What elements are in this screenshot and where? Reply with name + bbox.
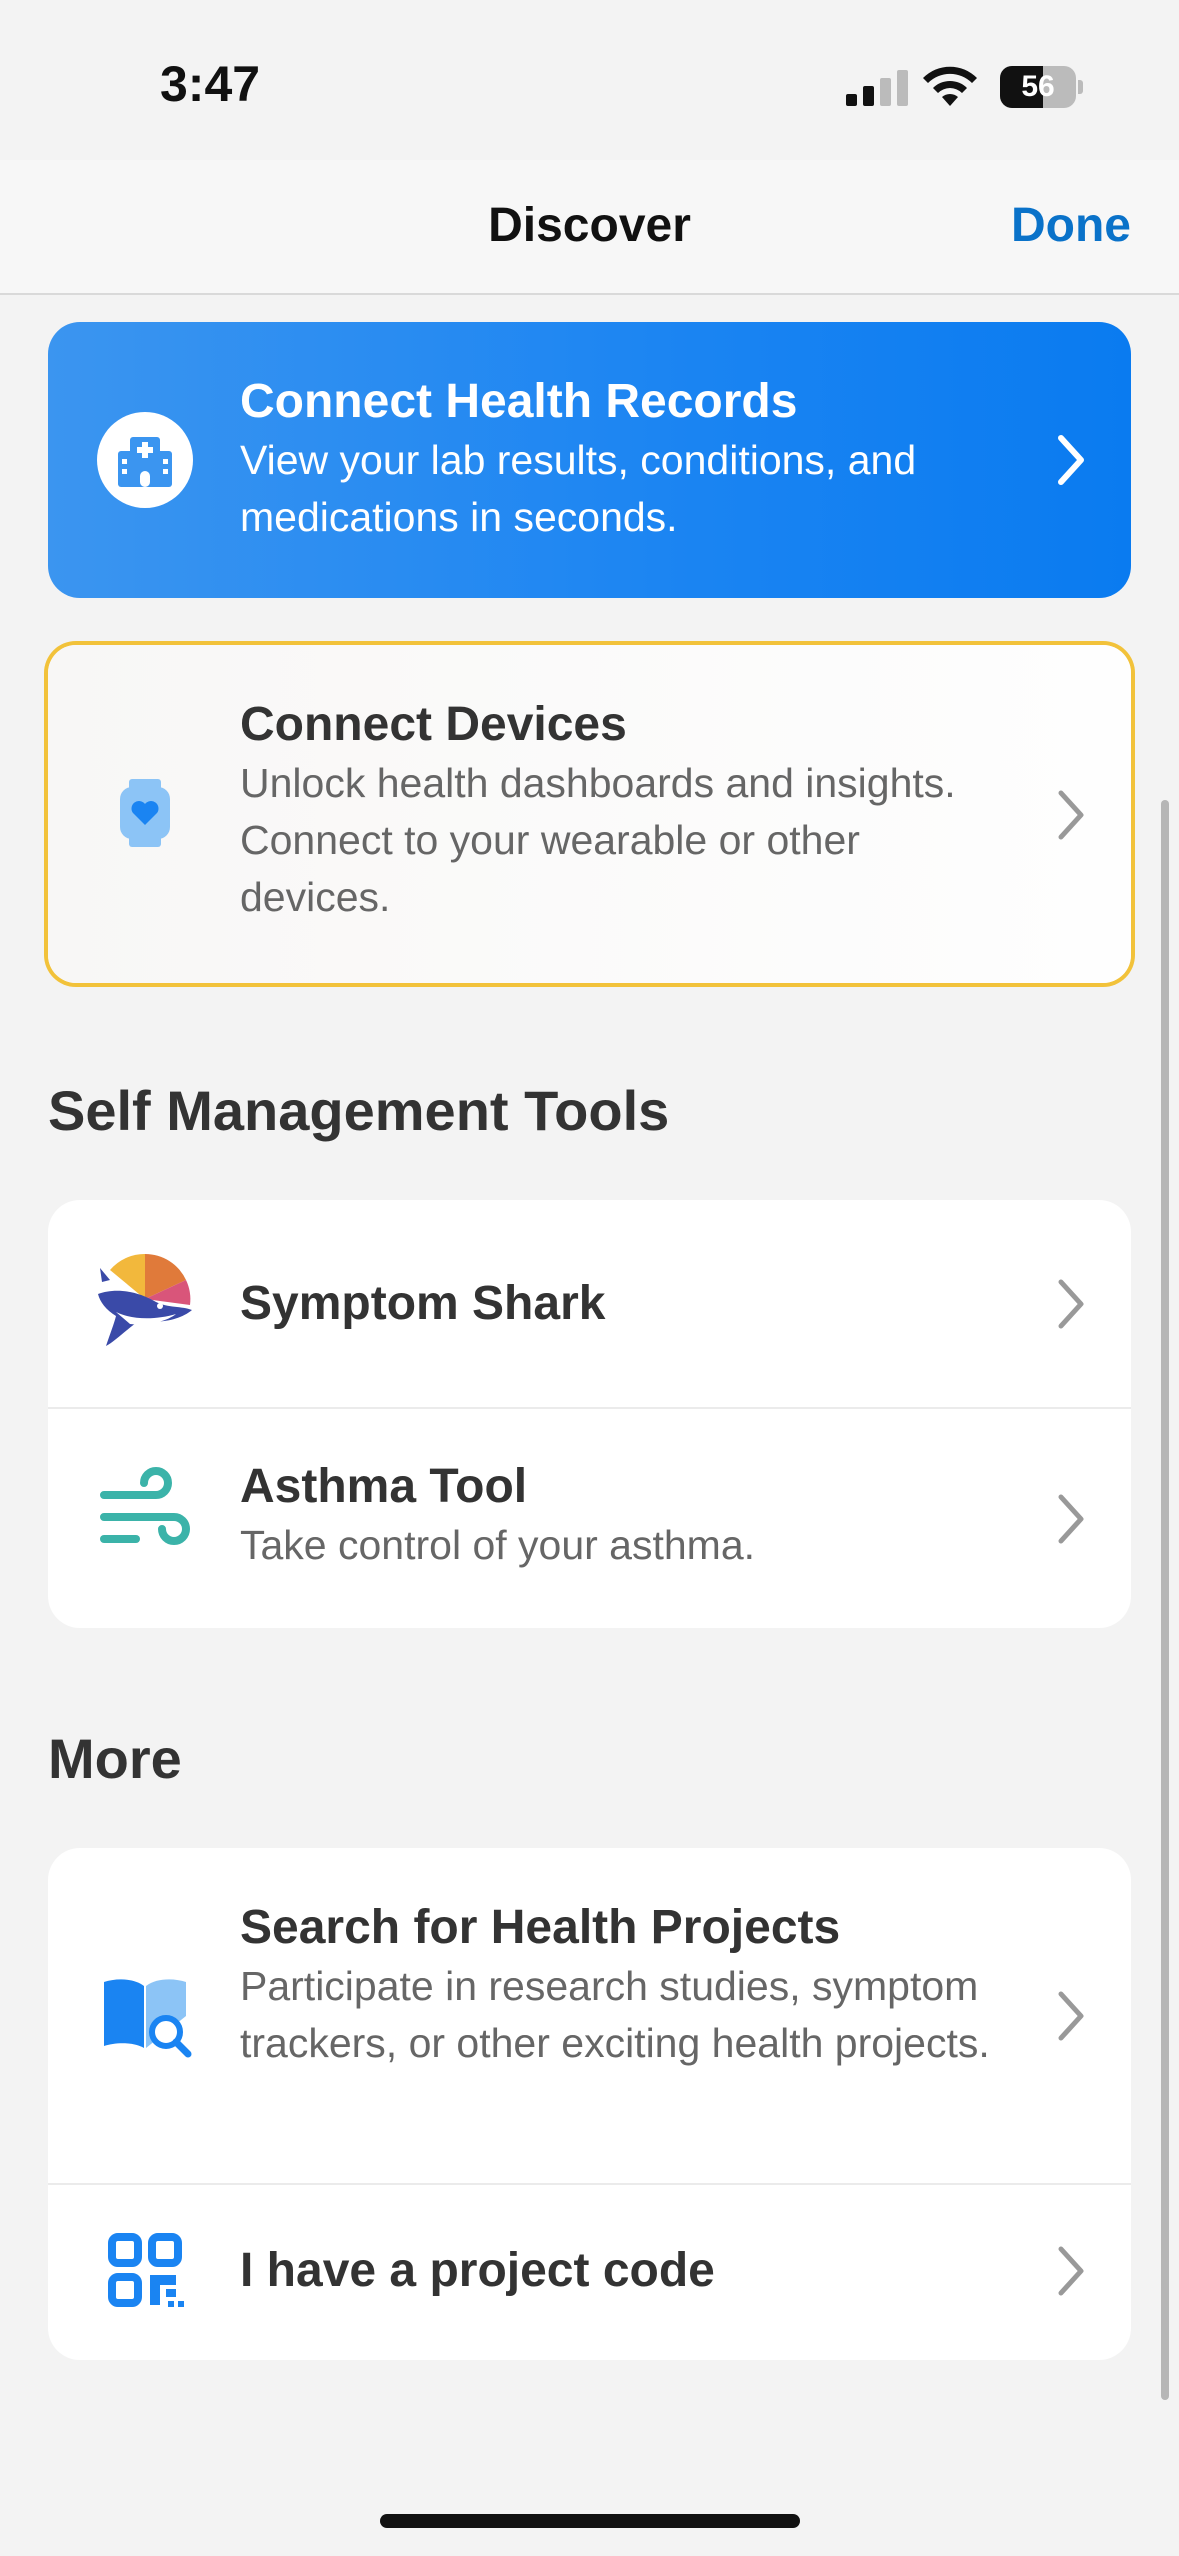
shark-chart-icon — [98, 1253, 192, 1346]
chevron-right-icon — [1058, 1494, 1084, 1544]
chevron-right-icon — [1058, 1991, 1084, 2041]
health-records-subtitle: View your lab results, conditions, and m… — [240, 437, 917, 540]
search-health-projects-row[interactable]: Search for Health Projects Participate i… — [48, 1848, 1131, 2183]
qr-code-icon — [108, 2233, 184, 2307]
chevron-right-icon — [1058, 790, 1084, 840]
done-button[interactable]: Done — [1011, 198, 1131, 253]
self-management-heading: Self Management Tools — [48, 1079, 670, 1142]
wind-icon — [100, 1467, 190, 1545]
search-projects-title: Search for Health Projects — [240, 1901, 841, 1954]
asthma-tool-subtitle: Take control of your asthma. — [240, 1522, 756, 1568]
scrollbar[interactable] — [1161, 800, 1169, 2400]
status-bar: 3:47 56 — [0, 0, 1179, 160]
self-management-card: Symptom Shark Asthma Tool Take control o… — [48, 1200, 1131, 1628]
navigation-bar: Discover Done — [0, 160, 1179, 295]
book-search-icon — [104, 1979, 192, 2058]
home-indicator[interactable] — [380, 2514, 800, 2528]
project-code-row[interactable]: I have a project code — [48, 2183, 1131, 2360]
connect-health-records-card[interactable]: Connect Health Records View your lab res… — [48, 322, 1131, 598]
symptom-shark-row[interactable]: Symptom Shark — [48, 1200, 1131, 1407]
search-projects-subtitle: Participate in research studies, symptom… — [240, 1963, 990, 2066]
devices-title: Connect Devices — [240, 698, 627, 751]
status-time: 3:47 — [160, 56, 261, 112]
asthma-tool-title: Asthma Tool — [240, 1460, 528, 1513]
more-card: Search for Health Projects Participate i… — [48, 1848, 1131, 2360]
hospital-icon — [97, 412, 193, 508]
health-records-title: Connect Health Records — [240, 375, 798, 428]
symptom-shark-title: Symptom Shark — [240, 1277, 606, 1330]
page-title: Discover — [488, 199, 691, 252]
asthma-tool-row[interactable]: Asthma Tool Take control of your asthma. — [48, 1407, 1131, 1628]
connect-devices-card[interactable]: Connect Devices Unlock health dashboards… — [48, 645, 1131, 983]
chevron-right-icon — [1058, 1279, 1084, 1329]
chevron-right-icon — [1058, 435, 1084, 485]
project-code-title: I have a project code — [240, 2244, 715, 2297]
battery-level: 56 — [1021, 70, 1055, 103]
wifi-icon — [923, 66, 977, 106]
cellular-signal-icon — [846, 70, 908, 106]
devices-subtitle: Unlock health dashboards and insights. C… — [240, 760, 956, 920]
more-heading: More — [48, 1727, 182, 1790]
smartwatch-heart-icon — [120, 779, 170, 847]
chevron-right-icon — [1058, 2246, 1084, 2296]
battery-icon: 56 — [1000, 66, 1083, 108]
